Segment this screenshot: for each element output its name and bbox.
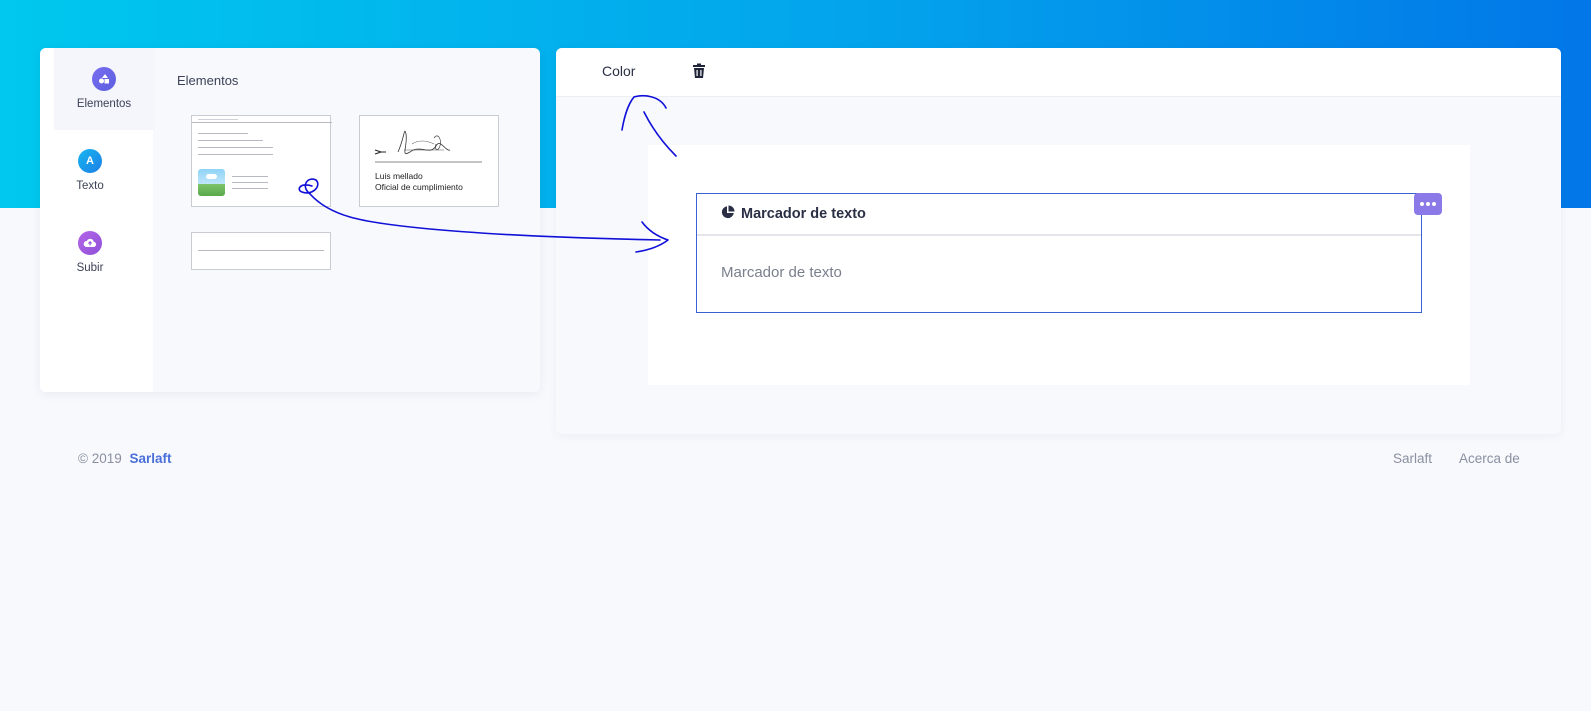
sidebar-item-subir[interactable]: Subir [40,212,140,294]
sidebar-item-label: Subir [76,262,104,274]
footer-link-sarlaft[interactable]: Sarlaft [1393,451,1432,466]
field-title: Marcador de texto [741,206,866,222]
canvas-page: Marcador de texto Marcador de texto [648,145,1470,385]
side-nav: Elementos A Texto Subir [40,48,154,392]
trash-icon[interactable] [692,63,706,84]
sidebar-item-label: Texto [76,180,104,192]
footer-copyright: © 2019 Sarlaft [78,451,172,466]
dot-icon [1420,202,1424,206]
field-placeholder-text[interactable]: Marcador de texto [697,236,1421,281]
editor-toolbar: Color [556,48,1561,97]
footer-link-acerca[interactable]: Acerca de [1459,451,1520,466]
text-placeholder-block[interactable]: Marcador de texto Marcador de texto [696,193,1422,313]
template-text-image[interactable] [191,115,332,207]
elements-title: Elementos [177,73,239,88]
dot-icon [1426,202,1430,206]
pie-chart-icon [721,205,735,224]
color-button[interactable]: Color [602,63,635,79]
editor-panel: Color Marcador de texto Marcador de text… [556,48,1561,434]
sidebar-item-label: Elementos [76,98,132,110]
cloud-upload-icon [78,231,102,255]
signature-name: Luis mellado [375,171,423,181]
field-header: Marcador de texto [697,194,1421,236]
signature-role: Oficial de cumplimiento [375,182,463,192]
elements-panel: Elementos A Texto Subir Elementos Luis m… [40,48,540,392]
shapes-icon [92,67,116,91]
dot-icon [1432,202,1436,206]
template-signature[interactable]: Luis mellado Oficial de cumplimiento [359,115,499,207]
elements-area: Elementos Luis mellado Oficial de cumpli… [153,48,540,392]
image-thumbnail-icon [198,169,225,196]
sidebar-item-elementos[interactable]: Elementos [54,48,154,130]
sidebar-item-texto[interactable]: A Texto [40,130,140,212]
more-options-button[interactable] [1414,193,1442,215]
template-line[interactable] [191,232,331,270]
footer-brand-link[interactable]: Sarlaft [130,451,172,466]
text-a-icon: A [78,149,102,173]
signature-icon [374,130,482,163]
copyright-text: © 2019 [78,451,122,466]
